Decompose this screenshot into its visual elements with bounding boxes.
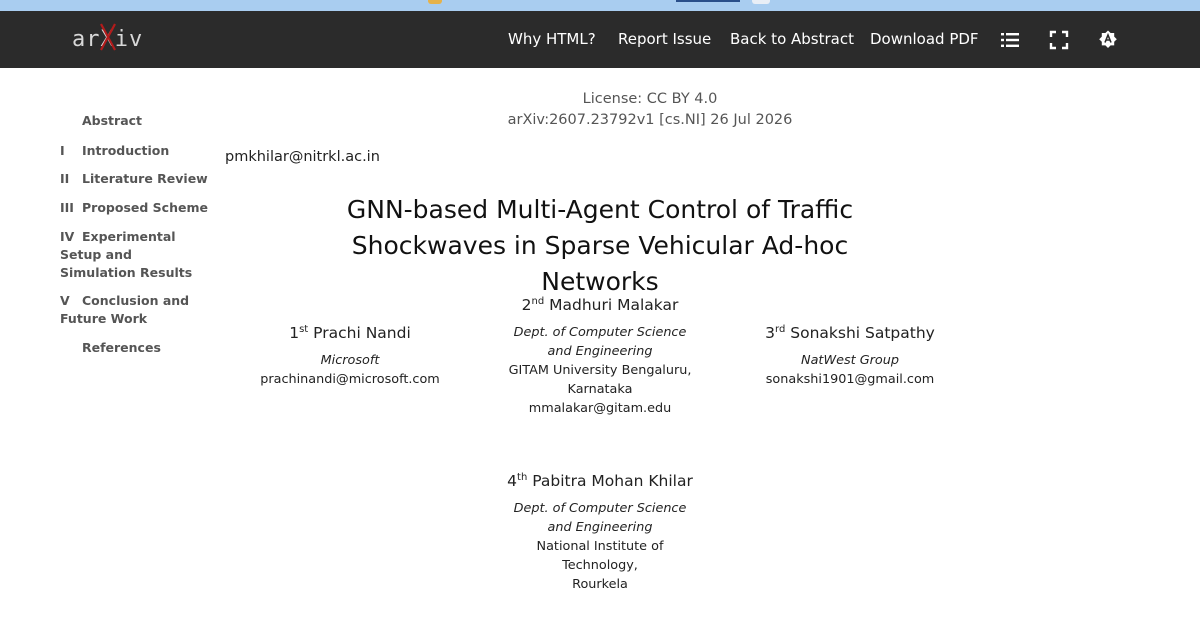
- author-name-text: Madhuri Malakar: [549, 296, 679, 314]
- author-affiliation: Dept. of Computer Science and Engineerin…: [513, 501, 687, 535]
- toc-item-conclusion[interactable]: V Conclusion and Future Work: [60, 292, 190, 328]
- author-email: prachinandi@microsoft.com: [260, 372, 440, 387]
- title-line: Shockwaves in Sparse Vehicular Ad-hoc Ne…: [351, 231, 849, 296]
- download-pdf-link[interactable]: Download PDF: [870, 11, 979, 68]
- notification-link[interactable]: [676, 0, 740, 2]
- author-block: 2nd Madhuri Malakar Dept. of Computer Sc…: [500, 294, 700, 418]
- toc-label: Literature Review: [82, 171, 208, 186]
- author-name: 2nd Madhuri Malakar: [500, 294, 700, 316]
- top-email: pmkhilar@nitrkl.ac.in: [225, 149, 380, 165]
- why-html-link[interactable]: Why HTML?: [508, 11, 596, 68]
- author-institution-line: Karnataka: [567, 382, 633, 397]
- arxiv-identifier: arXiv:2607.23792v1 [cs.NI] 26 Jul 2026: [507, 112, 793, 128]
- browser-notification-strip: [0, 0, 1200, 11]
- author-name: 3rd Sonakshi Satpathy: [750, 322, 950, 344]
- ordinal-suffix: rd: [775, 323, 786, 335]
- list-icon[interactable]: [999, 29, 1021, 51]
- toc-item-literature-review[interactable]: II Literature Review: [60, 170, 208, 188]
- ordinal-suffix: th: [517, 471, 528, 483]
- toc-item-introduction[interactable]: I Introduction: [60, 142, 169, 160]
- top-navbar: arXiv Why HTML? Report Issue Back to Abs…: [0, 11, 1200, 68]
- title-line: GNN-based Multi-Agent Control of Traffic: [346, 195, 854, 224]
- author-name-text: Prachi Nandi: [313, 324, 411, 342]
- author-name: 1st Prachi Nandi: [250, 322, 450, 344]
- report-issue-link[interactable]: Report Issue: [618, 11, 711, 68]
- arxiv-logo[interactable]: arXiv: [72, 23, 143, 54]
- notification-button[interactable]: [752, 0, 770, 4]
- author-affiliation: Microsoft: [320, 353, 380, 368]
- toc-label: References: [82, 340, 161, 355]
- author-institution-line: GITAM University Bengaluru,: [508, 363, 692, 378]
- author-name: 4th Pabitra Mohan Khilar: [500, 470, 700, 492]
- author-name-text: Sonakshi Satpathy: [790, 324, 935, 342]
- notification-icon: [428, 0, 442, 4]
- toc-label: Introduction: [82, 143, 170, 158]
- back-to-abstract-link[interactable]: Back to Abstract: [730, 11, 854, 68]
- author-ordinal: 2: [521, 296, 532, 314]
- toc-number: IV: [60, 229, 75, 244]
- author-institution-line: Rourkela: [572, 577, 628, 592]
- toc-number: II: [60, 171, 70, 186]
- toc-number: III: [60, 200, 74, 215]
- license-text: License: CC BY 4.0: [582, 91, 718, 107]
- paper-title: GNN-based Multi-Agent Control of Traffic…: [290, 192, 910, 300]
- ordinal-suffix: nd: [531, 295, 545, 307]
- toc-item-references[interactable]: References: [60, 339, 161, 357]
- author-affiliation: NatWest Group: [801, 353, 899, 368]
- author-block: 4th Pabitra Mohan Khilar Dept. of Comput…: [500, 470, 700, 594]
- theme-icon[interactable]: [1097, 29, 1119, 51]
- toc-label: Abstract: [82, 113, 143, 128]
- author-email: sonakshi1901@gmail.com: [765, 372, 935, 387]
- author-name-text: Pabitra Mohan Khilar: [532, 472, 693, 490]
- toc-number: V: [60, 293, 70, 308]
- toc-number: I: [60, 143, 65, 158]
- ordinal-suffix: st: [299, 323, 309, 335]
- toc-label: Proposed Scheme: [82, 200, 208, 215]
- toc-item-experimental-setup[interactable]: IV Experimental Setup and Simulation Resu…: [60, 228, 200, 282]
- author-institution-line: National Institute of Technology,: [536, 539, 664, 573]
- author-block: 1st Prachi Nandi Microsoft prachinandi@m…: [250, 322, 450, 389]
- toc-item-abstract[interactable]: Abstract: [60, 112, 142, 130]
- author-block: 3rd Sonakshi Satpathy NatWest Group sona…: [750, 322, 950, 389]
- logo-x-mark-icon: [100, 23, 116, 51]
- author-ordinal: 4: [507, 472, 518, 490]
- author-affiliation: Dept. of Computer Science and Engineerin…: [513, 325, 687, 359]
- author-email: mmalakar@gitam.edu: [528, 401, 672, 416]
- fullscreen-icon[interactable]: [1048, 29, 1070, 51]
- author-ordinal: 3: [765, 324, 776, 342]
- toc-item-proposed-scheme[interactable]: III Proposed Scheme: [60, 199, 208, 217]
- author-ordinal: 1: [289, 324, 300, 342]
